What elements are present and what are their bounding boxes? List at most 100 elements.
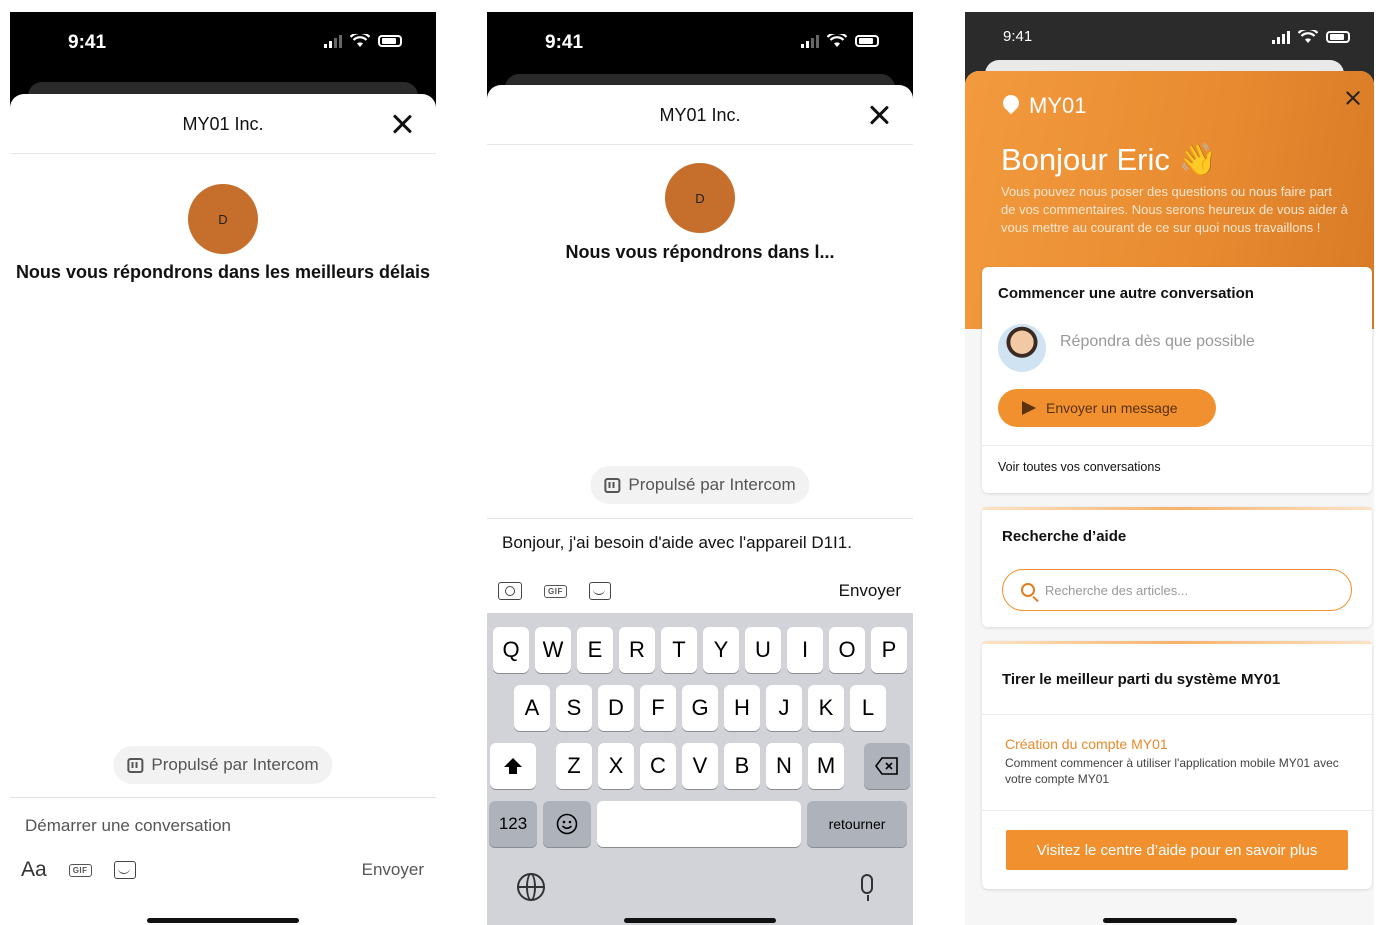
wifi-icon: [827, 34, 847, 47]
home-indicator: [147, 918, 299, 923]
key-q[interactable]: Q: [493, 627, 529, 673]
article-description: Comment commencer à utiliser l'applicati…: [1005, 756, 1339, 786]
key-a[interactable]: A: [514, 685, 550, 731]
card-accent: [982, 641, 1372, 644]
team-avatar: [998, 324, 1046, 372]
key-u[interactable]: U: [745, 627, 781, 673]
key-n[interactable]: N: [766, 743, 802, 789]
numbers-key[interactable]: 123: [489, 801, 537, 847]
signal-icon: [1272, 30, 1290, 44]
return-key[interactable]: retourner: [807, 801, 907, 847]
intro-text: Vous pouvez nous poser des questions ou …: [1001, 184, 1348, 235]
key-g[interactable]: G: [682, 685, 718, 731]
status-time: 9:41: [1003, 28, 1033, 45]
send-icon: [1022, 401, 1036, 415]
powered-by-intercom[interactable]: Propulsé par Intercom: [590, 466, 810, 504]
shift-icon: [504, 758, 522, 774]
intercom-icon: [127, 757, 144, 773]
key-f[interactable]: F: [640, 685, 676, 731]
keyboard-row-4: 123 retourner: [487, 801, 913, 847]
composer-toolbar: GIF Envoyer: [487, 581, 913, 601]
key-w[interactable]: W: [535, 627, 571, 673]
key-i[interactable]: I: [787, 627, 823, 673]
key-t[interactable]: T: [661, 627, 697, 673]
messenger-sheet: MY01 Inc. D Nous vous répondrons dans le…: [10, 94, 436, 925]
intercom-icon: [604, 477, 621, 493]
key-m[interactable]: M: [808, 743, 844, 789]
close-icon[interactable]: [867, 103, 891, 127]
key-j[interactable]: J: [766, 685, 802, 731]
emoji-icon: [556, 813, 578, 835]
help-center-button[interactable]: Visitez le centre d’aide pour en savoir …: [1006, 830, 1348, 870]
logo-icon: [1003, 95, 1025, 117]
key-z[interactable]: Z: [556, 743, 592, 789]
backspace-key[interactable]: [864, 743, 910, 789]
reply-time-message: Nous vous répondrons dans les meilleurs …: [15, 262, 431, 282]
key-v[interactable]: V: [682, 743, 718, 789]
keyboard: Q W E R T Y U I O P A S D F G H J K L Z …: [487, 613, 913, 925]
globe-key[interactable]: [517, 873, 545, 901]
search-input[interactable]: [1045, 582, 1325, 598]
text-format-button[interactable]: Aa: [21, 858, 47, 882]
image-icon[interactable]: [588, 582, 611, 600]
key-p[interactable]: P: [871, 627, 907, 673]
key-d[interactable]: D: [598, 685, 634, 731]
keyboard-row-3: Z X C V B N M: [487, 743, 913, 789]
messenger-sheet: MY01 Inc. D Nous vous répondrons dans l.…: [487, 85, 913, 925]
key-c[interactable]: C: [640, 743, 676, 789]
send-button[interactable]: Envoyer: [839, 581, 901, 601]
image-icon[interactable]: [113, 861, 136, 879]
gif-icon[interactable]: GIF: [68, 863, 92, 877]
card-divider: [982, 714, 1372, 715]
composer-input[interactable]: Démarrer une conversation: [25, 816, 231, 836]
composer-divider: [487, 518, 913, 519]
key-y[interactable]: Y: [703, 627, 739, 673]
shift-key[interactable]: [490, 743, 536, 789]
key-l[interactable]: L: [850, 685, 886, 731]
composer-divider: [10, 797, 436, 798]
key-e[interactable]: E: [577, 627, 613, 673]
key-x[interactable]: X: [598, 743, 634, 789]
powered-by-label: Propulsé par Intercom: [628, 475, 796, 494]
powered-by-intercom[interactable]: Propulsé par Intercom: [113, 746, 333, 784]
see-all-conversations-link[interactable]: Voir toutes vos conversations: [998, 460, 1161, 474]
send-message-button[interactable]: Envoyer un message: [998, 389, 1216, 427]
close-icon[interactable]: [390, 112, 414, 136]
battery-icon: [1326, 31, 1350, 43]
sheet-header: MY01 Inc.: [10, 94, 436, 154]
key-s[interactable]: S: [556, 685, 592, 731]
card-accent: [982, 507, 1372, 510]
search-icon: [1021, 583, 1035, 597]
wifi-icon: [1298, 30, 1318, 43]
signal-icon: [801, 34, 819, 48]
key-o[interactable]: O: [829, 627, 865, 673]
composer-input[interactable]: Bonjour, j'ai besoin d'aide avec l'appar…: [502, 533, 852, 553]
backspace-icon: [875, 757, 898, 775]
key-r[interactable]: R: [619, 627, 655, 673]
card-title: Commencer une autre conversation: [998, 285, 1254, 302]
card-title: Tirer le meilleur parti du système MY01: [1002, 671, 1281, 688]
article-link[interactable]: Création du compte MY01: [1005, 736, 1168, 752]
close-icon[interactable]: [1344, 89, 1362, 107]
send-button[interactable]: Envoyer: [362, 860, 424, 880]
globe-icon: [517, 873, 545, 901]
key-k[interactable]: K: [808, 685, 844, 731]
camera-icon[interactable]: [498, 582, 522, 600]
status-bar: 9:41: [10, 12, 436, 72]
home-indicator: [624, 918, 776, 923]
key-b[interactable]: B: [724, 743, 760, 789]
dictation-key[interactable]: [861, 874, 873, 901]
search-field[interactable]: [1002, 569, 1352, 611]
sheet-title: MY01 Inc.: [659, 105, 741, 125]
key-h[interactable]: H: [724, 685, 760, 731]
card-divider: [982, 810, 1372, 811]
powered-by-label: Propulsé par Intercom: [151, 755, 319, 774]
gif-icon[interactable]: GIF: [544, 584, 567, 598]
help-search-card: Recherche d’aide: [982, 507, 1372, 627]
card-title: Recherche d’aide: [1002, 528, 1127, 545]
emoji-key[interactable]: [543, 801, 591, 847]
sheet-title: MY01 Inc.: [182, 114, 264, 134]
space-key[interactable]: [597, 801, 801, 847]
wifi-icon: [350, 34, 370, 47]
reply-eta: Répondra dès que possible: [1060, 333, 1255, 350]
